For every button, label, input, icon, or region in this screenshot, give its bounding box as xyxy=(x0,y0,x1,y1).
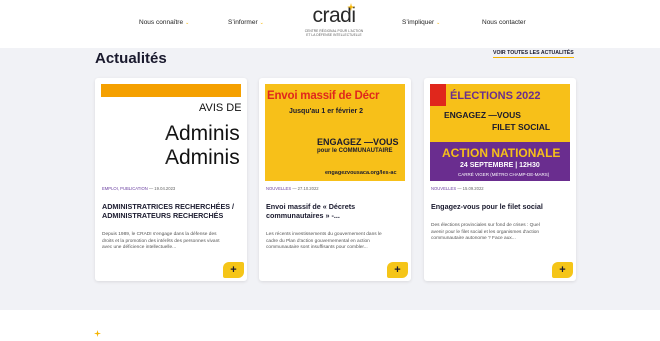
image-text: FILET SOCIAL xyxy=(492,122,551,132)
image-text: engagezvousaca.org/les-ac xyxy=(325,170,397,176)
card-title[interactable]: Envoi massif de « Décrets communautaires… xyxy=(266,202,406,220)
nav-label: Nous connaître xyxy=(139,19,184,26)
image-text: CARRÉ VIGER (MÉTRO CHAMP-DE-MARS) xyxy=(458,172,550,177)
image-text: Envoi massif de Décr xyxy=(267,90,380,102)
nav-label: Nous contacter xyxy=(482,19,526,26)
image-text: 24 SEPTEMBRE | 12H30 xyxy=(460,162,540,169)
card-meta: NOUVELLES — 27.10.2022 xyxy=(266,186,319,191)
chevron-down-icon: ⌄ xyxy=(436,20,441,26)
plus-icon: + xyxy=(559,264,566,276)
news-card[interactable]: AVIS DE Adminis Adminis EMPLOI, PUBLICAT… xyxy=(95,78,247,281)
image-banner xyxy=(101,84,241,97)
card-image[interactable]: ÉLECTIONS 2022 ENGAGEZ —VOUS FILET SOCIA… xyxy=(430,84,570,181)
nav-nous-contacter[interactable]: Nous contacter xyxy=(482,19,526,26)
image-corner xyxy=(430,84,446,106)
news-card[interactable]: ÉLECTIONS 2022 ENGAGEZ —VOUS FILET SOCIA… xyxy=(424,78,576,281)
image-fade xyxy=(101,97,171,181)
nav-s-informer[interactable]: S’informer ⌄ xyxy=(228,19,264,26)
nav-nous-connaitre[interactable]: Nous connaître ⌄ xyxy=(139,19,189,26)
card-meta: EMPLOI, PUBLICATION — 19.04.2023 xyxy=(102,186,175,191)
plus-icon: + xyxy=(230,264,237,276)
image-text: ENGAGEZ —VOUS pour le COMMUNAUTAIRE xyxy=(317,138,399,156)
card-meta: NOUVELLES — 15.09.2022 xyxy=(431,186,484,191)
card-image[interactable]: Envoi massif de Décr Jusqu'au 1 er févri… xyxy=(265,84,405,181)
spark-icon xyxy=(347,3,355,11)
image-text: AVIS DE xyxy=(199,102,241,114)
image-text: Jusqu'au 1 er février 2 xyxy=(289,108,364,115)
image-text: ENGAGEZ —VOUS xyxy=(444,110,521,120)
card-date: — 27.10.2022 xyxy=(292,186,319,191)
chevron-down-icon: ⌄ xyxy=(185,20,190,26)
logo-tagline-line: ET LA DÉFENSE INTELLECTUELLE xyxy=(306,33,362,37)
card-date: — 19.04.2023 xyxy=(148,186,176,191)
image-text: Adminis xyxy=(165,146,240,169)
card-title[interactable]: ADMINISTRATRICES RECHERCHÉES / ADMINISTR… xyxy=(102,202,242,220)
logo-tagline: CENTRE RÉGIONAL POUR L’ACTION ET LA DÉFE… xyxy=(304,29,364,37)
card-category: EMPLOI, PUBLICATION xyxy=(102,186,148,191)
card-excerpt: Depuis 1989, le CRADI s'engage dans la d… xyxy=(102,232,220,251)
logo-wordmark: cradi xyxy=(312,4,356,27)
plus-icon: + xyxy=(394,264,401,276)
section-title: Actualités xyxy=(95,50,167,67)
site-header: Nous connaître ⌄ S’informer ⌄ cradi CENTRE… xyxy=(0,0,660,48)
card-title[interactable]: Engagez-vous pour le filet social xyxy=(431,202,571,211)
read-more-button[interactable]: + xyxy=(387,262,408,278)
nav-label: S’impliquer xyxy=(402,19,435,26)
read-more-button[interactable]: + xyxy=(552,262,573,278)
see-all-news-link[interactable]: VOIR TOUTES LES ACTUALITÉS xyxy=(493,50,574,58)
image-text-line: ENGAGEZ —VOUS xyxy=(317,137,399,147)
card-excerpt: Les récents investissements du gouvernem… xyxy=(266,232,382,251)
cradi-logo[interactable]: cradi CENTRE RÉGIONAL POUR L’ACTION ET L… xyxy=(304,3,364,43)
nav-s-impliquer[interactable]: S’impliquer ⌄ xyxy=(402,19,440,26)
read-more-button[interactable]: + xyxy=(223,262,244,278)
image-text: ACTION NATIONALE xyxy=(442,146,561,160)
card-image[interactable]: AVIS DE Adminis Adminis xyxy=(101,84,241,181)
card-category: NOUVELLES xyxy=(431,186,457,191)
image-text: Adminis xyxy=(165,122,240,145)
chevron-down-icon: ⌄ xyxy=(259,20,264,26)
nav-label: S’informer xyxy=(228,19,258,26)
card-date: — 15.09.2022 xyxy=(457,186,484,191)
card-excerpt: Des élections provinciales sur fond de c… xyxy=(431,223,540,242)
image-text-line: pour le COMMUNAUTAIRE xyxy=(317,148,393,154)
spark-icon xyxy=(94,330,101,337)
news-card[interactable]: Envoi massif de Décr Jusqu'au 1 er févri… xyxy=(259,78,411,281)
image-text: ÉLECTIONS 2022 xyxy=(450,90,541,102)
card-category: NOUVELLES xyxy=(266,186,292,191)
